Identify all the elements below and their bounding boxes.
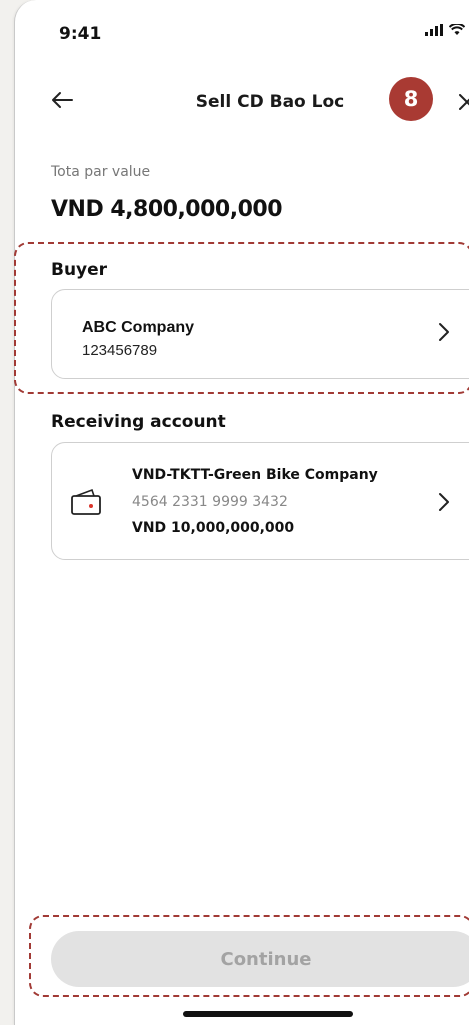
signal-icon (425, 24, 443, 36)
chevron-right-icon (438, 490, 450, 518)
close-icon[interactable] (459, 86, 469, 117)
total-par-value: VND 4,800,000,000 (51, 197, 283, 222)
chevron-right-icon (438, 320, 450, 348)
total-par-label: Tota par value (51, 164, 151, 180)
continue-button[interactable]: Continue (51, 931, 469, 987)
home-indicator (183, 1011, 353, 1017)
buyer-id: 123456789 (82, 342, 158, 359)
wifi-icon (449, 24, 465, 35)
account-name: VND-TKTT-Green Bike Company (132, 467, 378, 483)
buyer-card[interactable]: ABC Company 123456789 (51, 289, 469, 379)
header: Sell CD Bao Loc 8 (15, 77, 469, 121)
status-icons (425, 24, 469, 36)
account-number: 4564 2331 9999 3432 (132, 494, 288, 510)
account-balance: VND 10,000,000,000 (132, 520, 295, 536)
receiving-section-title: Receiving account (51, 412, 226, 432)
wallet-icon (70, 488, 102, 521)
phone-screen: 9:41 Sell CD Bao Loc 8 Tota par value VN… (14, 0, 469, 1025)
step-badge: 8 (389, 77, 433, 121)
receiving-account-card[interactable]: VND-TKTT-Green Bike Company 4564 2331 99… (51, 442, 469, 560)
buyer-name: ABC Company (82, 319, 195, 336)
status-time: 9:41 (59, 24, 102, 44)
buyer-section-title: Buyer (51, 260, 108, 280)
